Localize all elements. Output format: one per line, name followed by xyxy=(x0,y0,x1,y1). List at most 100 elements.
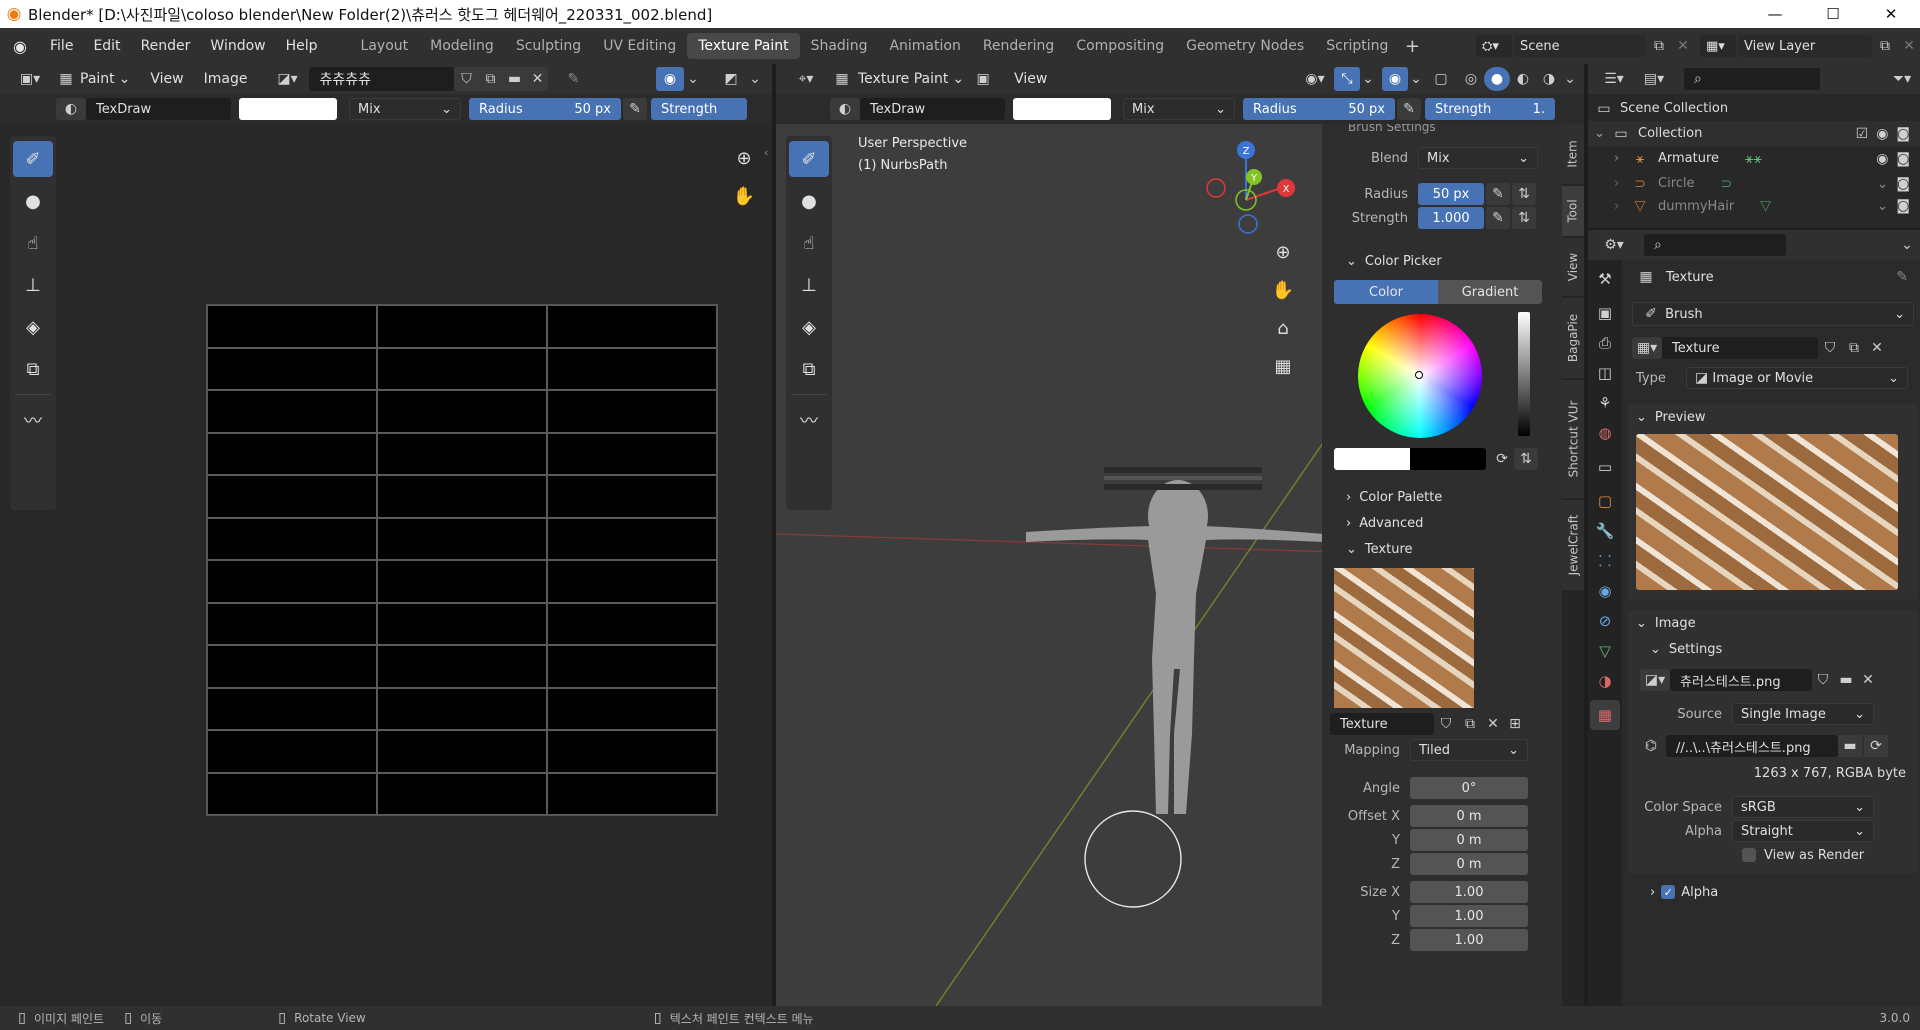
np-radius-slider[interactable]: 50 px xyxy=(1418,183,1484,205)
color-tab[interactable]: Color xyxy=(1334,280,1438,304)
annotate-tool-icon[interactable]: 〰 xyxy=(13,402,53,438)
minimize-button[interactable]: — xyxy=(1746,0,1804,28)
np-strength-unit-icon[interactable]: ⇅ xyxy=(1512,207,1536,229)
workspace-tab-sculpting[interactable]: Sculpting xyxy=(505,33,592,59)
delete-view-layer-icon[interactable]: ✕ xyxy=(1898,38,1920,54)
pan-hand-icon[interactable]: ✋ xyxy=(726,178,762,214)
world-tab-icon[interactable]: ◍ xyxy=(1590,418,1620,448)
image-canvas[interactable] xyxy=(206,304,718,816)
editor-type-icon[interactable]: ▣▾ xyxy=(12,71,48,87)
angle-field[interactable]: 0° xyxy=(1410,777,1528,799)
vp-brush-preview-icon[interactable]: ◐ xyxy=(830,98,860,120)
vp-mask-tool-icon[interactable]: ⧉ xyxy=(789,351,829,387)
unlink-image-icon[interactable]: ✕ xyxy=(526,71,548,87)
new-scene-icon[interactable]: ⧉ xyxy=(1646,38,1672,54)
view-layer-selector-icon[interactable]: ▦▾ xyxy=(1700,35,1736,57)
np-strength-pressure-icon[interactable]: ✎ xyxy=(1486,207,1510,229)
texture-settings-icon[interactable]: ⊞ xyxy=(1504,716,1526,732)
outliner-item-circle[interactable]: › ⊃ Circle ⊃ ⌄ ◙ xyxy=(1588,171,1920,196)
new-image-icon[interactable]: ⧉ xyxy=(478,71,502,87)
image-settings-section[interactable]: ⌄ Settings xyxy=(1628,636,1918,662)
prop-image-name-field[interactable]: 츄러스테스트.png xyxy=(1670,669,1812,691)
soften-tool-icon[interactable]: ● xyxy=(13,183,53,219)
overlays-toggle-icon[interactable]: ◉ xyxy=(1382,67,1408,91)
draw-tool-icon[interactable]: ✐ xyxy=(13,141,53,177)
maximize-button[interactable]: ☐ xyxy=(1804,0,1862,28)
view-layer-tab-icon[interactable]: ◫ xyxy=(1590,358,1620,388)
np-radius-pressure-icon[interactable]: ✎ xyxy=(1486,183,1510,205)
color-picker-section[interactable]: ⌄ Color Picker xyxy=(1322,248,1562,274)
properties-editor-type-icon[interactable]: ⚙▾ xyxy=(1596,237,1632,253)
alpha-checkbox[interactable]: ✓ xyxy=(1661,885,1676,899)
dummyhair-eye-closed-icon[interactable]: ⌄ xyxy=(1877,198,1889,214)
collection-tab-icon[interactable]: ▭ xyxy=(1590,452,1620,482)
view-as-render-checkbox[interactable] xyxy=(1742,848,1756,862)
open-image-folder-icon[interactable]: ▬ xyxy=(502,71,526,87)
armature-camera-icon[interactable]: ◙ xyxy=(1896,151,1910,167)
texture-tab-icon[interactable]: ▦ xyxy=(1590,700,1620,730)
workspace-tab-texture-paint[interactable]: Texture Paint xyxy=(687,33,800,59)
viewport-editor-type-icon[interactable]: ⌖▾ xyxy=(788,71,824,87)
primary-color-swatch[interactable] xyxy=(1334,448,1410,470)
vp-zoom-icon[interactable]: ⊕ xyxy=(1266,242,1300,263)
sidebar-tab-jewelcraft[interactable]: JewelCraft xyxy=(1562,500,1584,590)
texture-paint-mode-dropdown[interactable]: Texture Paint xyxy=(858,71,948,87)
render-tab-icon[interactable]: ▣ xyxy=(1590,298,1620,328)
menu-help[interactable]: Help xyxy=(276,38,328,54)
alpha-mode-dropdown[interactable]: Straight ⌄ xyxy=(1732,820,1874,842)
brush-name-field[interactable]: TexDraw xyxy=(86,98,231,120)
texture-unlink-icon[interactable]: ✕ xyxy=(1482,716,1504,732)
data-tab-icon[interactable]: ▽ xyxy=(1590,636,1620,666)
mask-tool-icon[interactable]: ⧉ xyxy=(13,351,53,387)
clone-tool-icon[interactable]: ⊥ xyxy=(13,267,53,303)
smear-tool-icon[interactable]: ☝ xyxy=(13,225,53,261)
camera-view-icon[interactable]: ⌂ xyxy=(1266,318,1300,339)
gizmo-dropdown-icon[interactable]: ⌄ xyxy=(1360,71,1376,87)
image-browse-dropdown-icon[interactable]: ◪▾ xyxy=(1640,669,1670,691)
size-y-field[interactable]: 1.00 xyxy=(1410,905,1528,927)
armature-eye-icon[interactable]: ◉ xyxy=(1876,151,1888,167)
np-strength-slider[interactable]: 1.000 xyxy=(1418,207,1484,229)
vp-clone-tool-icon[interactable]: ⊥ xyxy=(789,267,829,303)
outliner-item-armature[interactable]: › ⚹ Armature ⚹⚹ ◉ ◙ xyxy=(1588,146,1920,171)
color-space-dropdown[interactable]: sRGB ⌄ xyxy=(1732,796,1874,818)
output-tab-icon[interactable]: ⎙ xyxy=(1590,328,1620,358)
paint-mode-dropdown[interactable]: Paint xyxy=(80,71,115,87)
vp-brush-name-field[interactable]: TexDraw xyxy=(860,98,1005,120)
texture-fake-user-icon[interactable]: ⛉ xyxy=(1434,716,1458,732)
offset-x-field[interactable]: 0 m xyxy=(1410,805,1528,827)
display-mode-icon[interactable]: ▤▾ xyxy=(1636,71,1672,87)
image-menu[interactable]: Image xyxy=(204,71,248,87)
color-palette-section[interactable]: › Color Palette xyxy=(1322,484,1562,510)
color-wheel-cursor[interactable] xyxy=(1415,371,1423,379)
fake-user-shield-icon[interactable]: ⛉ xyxy=(454,71,478,87)
sidebar-tab-shortcut-vur[interactable]: Shortcut VUr xyxy=(1562,380,1584,498)
physics-tab-icon[interactable]: ◉ xyxy=(1590,576,1620,606)
vp-soften-tool-icon[interactable]: ● xyxy=(789,183,829,219)
radius-slider[interactable]: Radius 50 px xyxy=(469,98,621,120)
swap-colors-icon[interactable]: ⟳ xyxy=(1490,451,1514,467)
source-dropdown[interactable]: Single Image ⌄ xyxy=(1732,703,1874,725)
gizmo-toggle-icon[interactable]: ⤡ xyxy=(1334,67,1360,91)
workspace-tab-modeling[interactable]: Modeling xyxy=(419,33,505,59)
circle-eye-closed-icon[interactable]: ⌄ xyxy=(1877,176,1889,192)
filepath-browse-icon[interactable]: ▬ xyxy=(1838,735,1862,757)
workspace-tab-shading[interactable]: Shading xyxy=(800,33,879,59)
collection-checkbox-icon[interactable]: ☑ xyxy=(1856,126,1869,142)
value-slider[interactable] xyxy=(1518,312,1530,436)
menu-edit[interactable]: Edit xyxy=(83,38,130,54)
visibility-icon[interactable]: ◉▾ xyxy=(1302,71,1328,87)
reload-image-icon[interactable]: ⟳ xyxy=(1864,735,1888,757)
view-menu[interactable]: View xyxy=(150,71,183,87)
prop-texture-unlink-icon[interactable]: ✕ xyxy=(1866,340,1888,356)
prop-image-open-icon[interactable]: ▬ xyxy=(1834,672,1858,688)
relative-path-icon[interactable]: ⌬ xyxy=(1640,738,1662,754)
modifier-tab-icon[interactable]: 🔧 xyxy=(1590,516,1620,546)
sidebar-tab-item[interactable]: Item xyxy=(1562,124,1584,184)
wireframe-shading-icon[interactable]: ◎ xyxy=(1458,71,1484,87)
type-dropdown[interactable]: ◪ Image or Movie ⌄ xyxy=(1686,367,1908,389)
scene-selector-icon[interactable]: ⛭▾ xyxy=(1476,35,1512,57)
pin-icon[interactable]: ✎ xyxy=(556,71,590,87)
radius-pressure-icon[interactable]: ✎ xyxy=(623,98,647,120)
texture-user-dropdown[interactable]: ✐ Brush ⌄ xyxy=(1632,302,1914,326)
